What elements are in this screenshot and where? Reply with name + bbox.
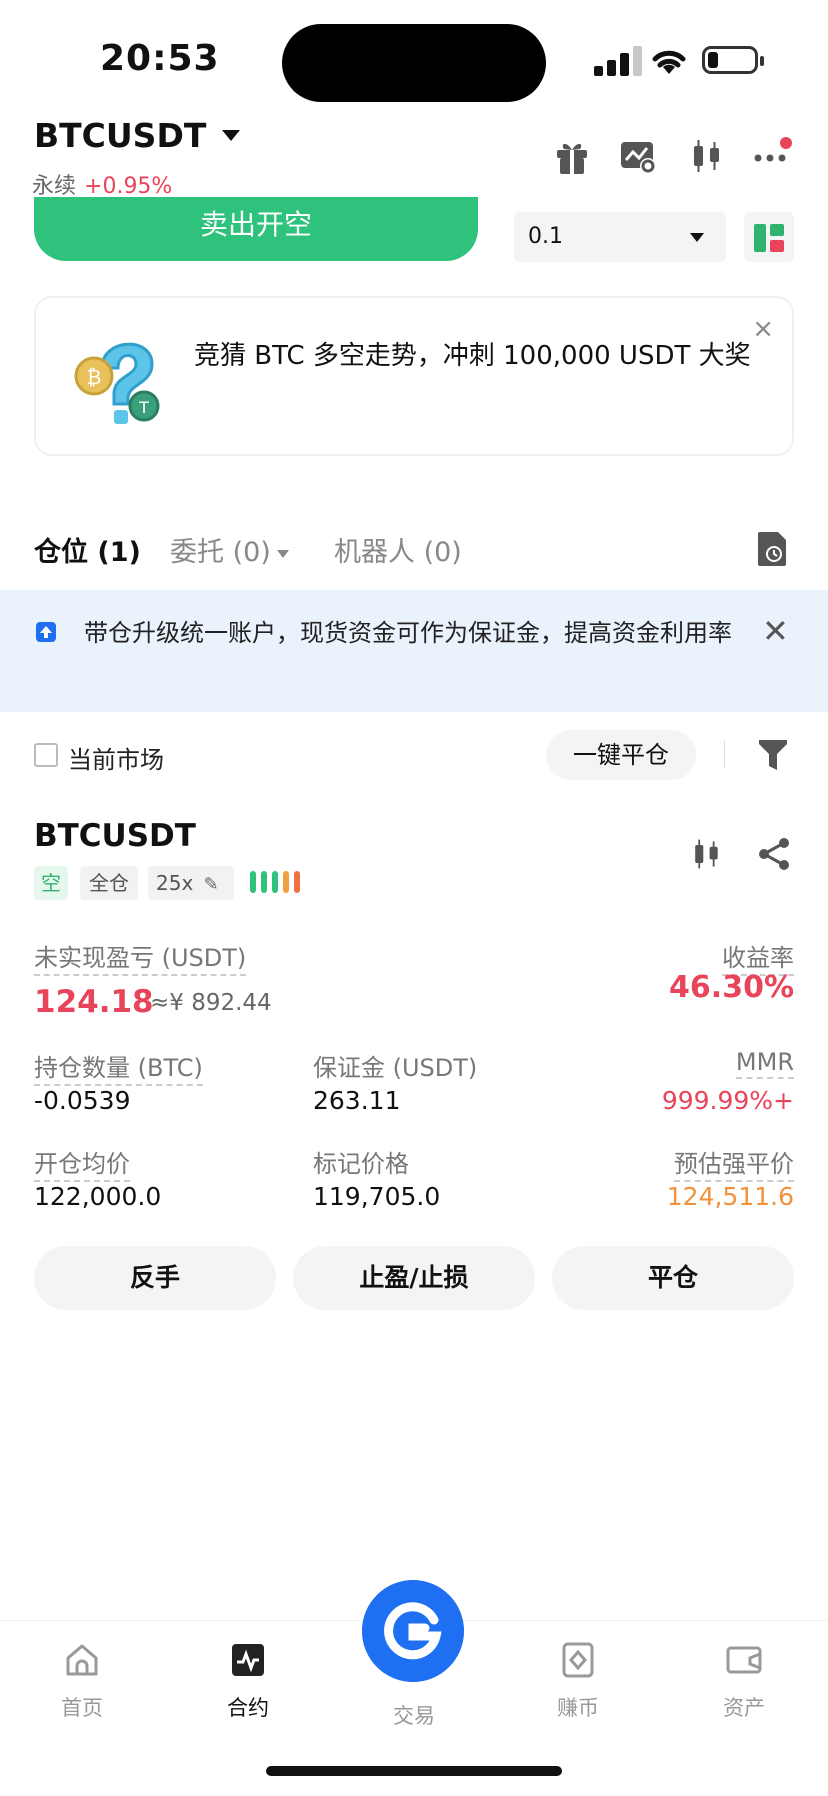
margin-label: 保证金 (USDT) (313, 1054, 478, 1082)
nav-home-label: 首页 (61, 1696, 103, 1720)
promo-text: 竞猜 BTC 多空走势，冲刺 100,000 USDT 大奖 (194, 341, 751, 371)
contract-type: 永续 (32, 174, 77, 199)
nav-earn-label: 赚币 (557, 1696, 599, 1720)
liq-price-value: 124,511.6 (666, 1182, 794, 1211)
svg-text:₿: ₿ (87, 365, 102, 389)
risk-level-indicator (250, 871, 305, 893)
home-indicator (266, 1766, 562, 1776)
notification-dot (780, 137, 792, 149)
entry-price-label: 开仓均价 (34, 1144, 130, 1182)
mmr-label: MMR (735, 1048, 794, 1079)
reverse-button[interactable]: 反手 (34, 1246, 276, 1310)
gift-icon[interactable] (552, 136, 592, 176)
share-icon[interactable] (756, 836, 792, 872)
tpsl-button[interactable]: 止盈/止损 (293, 1246, 535, 1310)
close-icon[interactable]: ✕ (762, 612, 789, 650)
layout-icon[interactable] (744, 212, 794, 262)
roi-value: 46.30% (669, 970, 794, 1005)
upgrade-banner-text: 带仓升级统一账户，现货资金可作为保证金，提高资金利用率 (84, 619, 732, 647)
price-change: +0.95% (84, 174, 173, 199)
current-market-checkbox[interactable] (34, 743, 58, 767)
question-coin-icon: ₿ T (74, 342, 160, 424)
chart-settings-icon[interactable] (618, 136, 658, 176)
close-all-button[interactable]: 一键平仓 (546, 730, 696, 780)
nav-earn[interactable]: 赚币 (518, 1640, 638, 1722)
tab-bots[interactable]: 机器人 (0) (334, 530, 462, 569)
wallet-icon (726, 1646, 762, 1674)
unrealized-pnl-label: 未实现盈亏 (USDT) (34, 938, 247, 976)
close-position-button[interactable]: 平仓 (552, 1246, 794, 1310)
upgrade-icon (36, 622, 56, 642)
close-icon[interactable]: × (752, 314, 774, 344)
contract-info: 永续 +0.95% (32, 168, 172, 200)
unrealized-pnl-value: 124.18 (34, 984, 154, 1020)
divider (724, 740, 725, 768)
nav-futures-label: 合约 (227, 1696, 269, 1720)
mark-price-label: 标记价格 (313, 1150, 409, 1178)
margin-value: 263.11 (313, 1086, 401, 1115)
upgrade-banner[interactable]: 带仓升级统一账户，现货资金可作为保证金，提高资金利用率 ✕ (0, 590, 828, 712)
margin-mode-tag[interactable]: 全仓 (80, 866, 138, 900)
nav-assets[interactable]: 资产 (684, 1640, 804, 1722)
candlestick-icon[interactable] (686, 136, 726, 176)
unrealized-pnl-cny: ≈¥ 892.44 (150, 990, 272, 1016)
wifi-icon (652, 50, 686, 74)
nav-futures[interactable]: 合约 (188, 1640, 308, 1722)
edit-icon: ✎ (203, 874, 219, 895)
liq-price-label: 预估强平价 (674, 1144, 794, 1182)
size-label: 持仓数量 (BTC) (34, 1048, 203, 1086)
svg-text:T: T (138, 398, 149, 417)
size-value: -0.0539 (34, 1086, 131, 1115)
candlestick-icon[interactable] (688, 836, 724, 872)
promo-card[interactable]: ₿ T 竞猜 BTC 多空走势，冲刺 100,000 USDT 大奖 × (34, 296, 794, 456)
leverage-tag[interactable]: 25x ✎ (148, 866, 234, 900)
battery-icon (702, 46, 764, 74)
leverage-value: 25x (156, 871, 194, 895)
symbol-title[interactable]: BTCUSDT (34, 116, 206, 155)
nav-trade-label[interactable]: 交易 (354, 1700, 474, 1730)
tab-orders-label: 委托 (0) (170, 537, 271, 568)
chevron-down-icon (690, 233, 704, 242)
symbol-dropdown-icon[interactable] (222, 130, 240, 141)
order-history-icon[interactable] (756, 530, 790, 568)
sell-short-button[interactable]: 卖出开空 (34, 197, 478, 261)
status-time: 20:53 (100, 38, 220, 79)
chevron-down-icon (276, 549, 289, 558)
tab-orders[interactable]: 委托 (0) (170, 530, 289, 569)
tab-positions[interactable]: 仓位 (1) (34, 530, 141, 569)
dynamic-island (282, 24, 546, 102)
position-symbol[interactable]: BTCUSDT (34, 818, 196, 854)
nav-assets-label: 资产 (723, 1696, 765, 1720)
home-icon (66, 1644, 98, 1676)
trade-fab-icon[interactable] (362, 1580, 464, 1682)
current-market-label[interactable]: 当前市场 (68, 740, 164, 775)
cellular-signal-icon (594, 46, 644, 76)
mmr-value: 999.99%+ (661, 1086, 794, 1115)
nav-home[interactable]: 首页 (22, 1640, 142, 1722)
entry-price-value: 122,000.0 (34, 1182, 162, 1211)
quantity-select[interactable]: 0.1 (514, 212, 726, 262)
quantity-value: 0.1 (528, 224, 563, 249)
futures-icon (232, 1644, 264, 1676)
side-tag: 空 (34, 866, 68, 900)
mark-price-value: 119,705.0 (313, 1182, 441, 1211)
filter-icon[interactable] (758, 738, 788, 772)
earn-icon (562, 1642, 594, 1678)
